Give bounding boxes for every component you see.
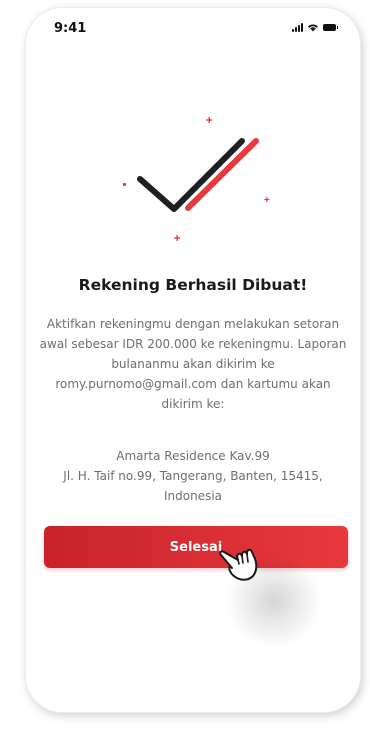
status-icons <box>292 23 338 32</box>
delivery-address: Amarta Residence Kav.99 Jl. H. Taif no.9… <box>38 446 348 506</box>
hand-pointer-icon <box>219 548 258 581</box>
wifi-icon <box>308 24 318 32</box>
address-line-2: Jl. H. Taif no.99, Tangerang, Banten, 15… <box>63 469 323 483</box>
success-check-icon <box>122 117 270 241</box>
status-time: 9:41 <box>54 21 87 36</box>
success-description: Aktifkan rekeningmu dengan melakukan set… <box>39 317 347 411</box>
signal-icon <box>292 23 303 32</box>
address-line-3: Indonesia <box>163 489 223 503</box>
address-line-1: Amarta Residence Kav.99 <box>116 449 270 463</box>
done-button[interactable]: Selesai <box>44 526 348 568</box>
phone-frame: 9:41 Rekening Berhasil Dibuat! Aktifkan <box>26 8 360 712</box>
status-bar: 9:41 <box>26 8 360 52</box>
done-button-label: Selesai <box>169 539 223 555</box>
success-title: Rekening Berhasil Dibuat! <box>78 276 308 294</box>
battery-icon <box>323 24 338 31</box>
